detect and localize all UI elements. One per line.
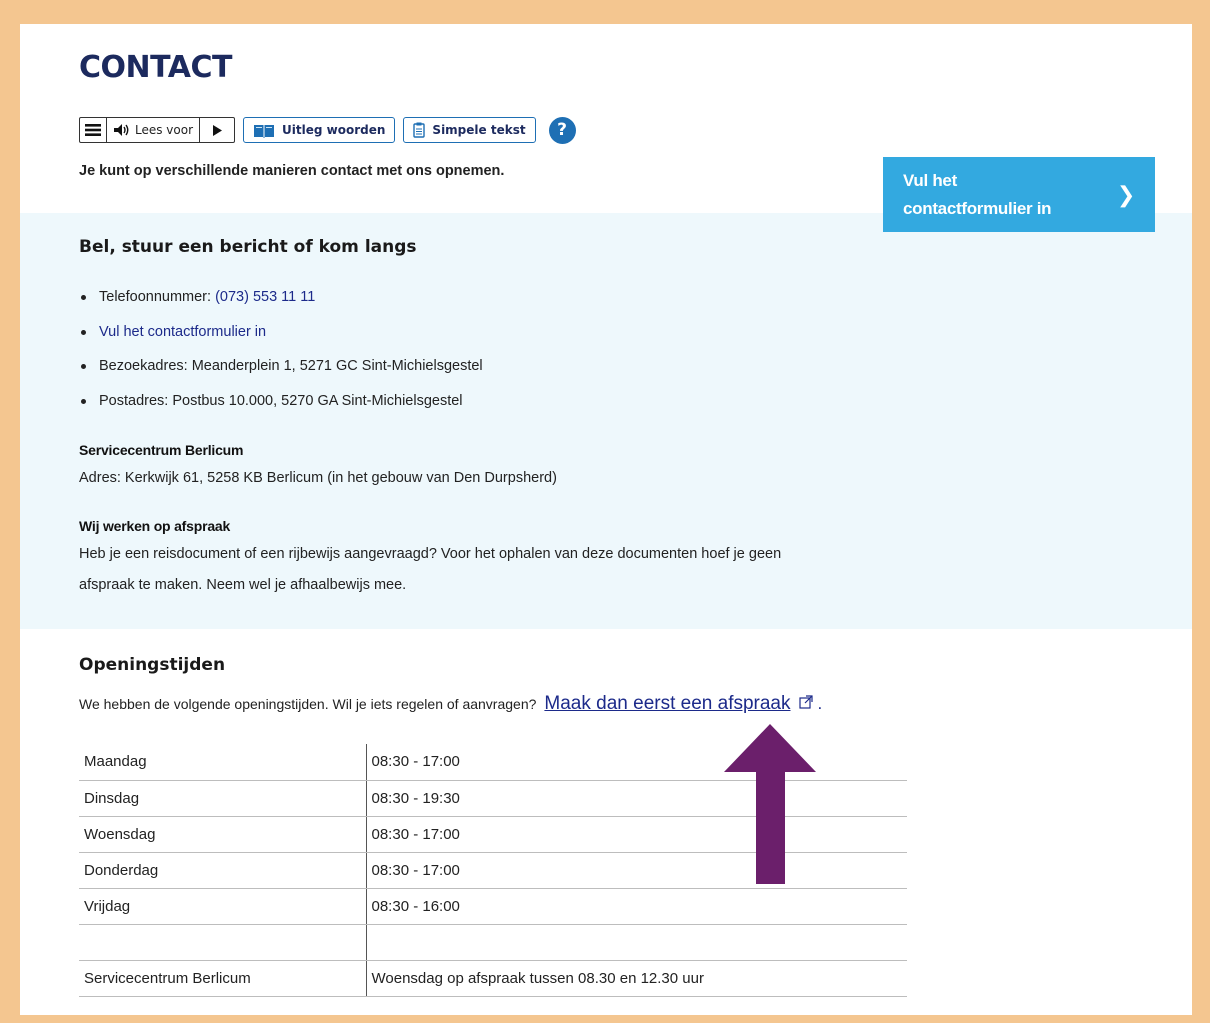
- afspraak-line2: afspraak te maken. Neem wel je afhaalbew…: [79, 577, 407, 593]
- contact-heading: Bel, stuur een bericht of kom langs: [79, 237, 417, 257]
- contact-list: Telefoonnummer: (073) 553 11 11 Vul het …: [79, 286, 483, 424]
- day-cell: Servicecentrum Berlicum: [79, 960, 367, 997]
- page-frame: CONTACT Lees voor Uitleg woorden Simpele…: [20, 24, 1192, 1015]
- play-icon: [213, 124, 223, 136]
- table-row: Vrijdag 08:30 - 16:00: [79, 888, 907, 925]
- day-cell: Vrijdag: [79, 888, 367, 925]
- time-cell: 08:30 - 19:30: [366, 780, 907, 817]
- list-item-phone: Telefoonnummer: (073) 553 11 11: [79, 286, 483, 321]
- speaker-icon: [114, 124, 129, 136]
- book-icon: [254, 124, 275, 138]
- readspeaker-toolbar: Lees voor Uitleg woorden Simpele tekst ?: [79, 116, 576, 144]
- menu-button[interactable]: [80, 118, 107, 142]
- page-title: CONTACT: [79, 50, 232, 85]
- lees-voor-button[interactable]: Lees voor: [107, 118, 201, 142]
- list-item-form: Vul het contactformulier in: [79, 321, 483, 356]
- arrow-up-icon: [724, 724, 816, 884]
- openingstijden-heading: Openingstijden: [79, 655, 226, 675]
- menu-icon: [85, 124, 101, 136]
- external-link-icon: [798, 695, 813, 712]
- help-icon[interactable]: ?: [548, 116, 576, 144]
- phone-label: Telefoonnummer:: [99, 289, 216, 305]
- time-cell: 08:30 - 17:00: [366, 852, 907, 889]
- servicecentrum-heading: Servicecentrum Berlicum: [79, 442, 244, 458]
- day-cell: Woensdag: [79, 816, 367, 853]
- contactformulier-link[interactable]: Vul het contactformulier in: [99, 324, 266, 340]
- afspraak-heading: Wij werken op afspraak: [79, 518, 231, 534]
- cta-label-line2: contactformulier in: [903, 199, 1052, 218]
- uitleg-woorden-button[interactable]: Uitleg woorden: [243, 117, 396, 143]
- cta-label-line1: Vul het: [903, 171, 957, 190]
- document-icon: [413, 122, 426, 138]
- play-button[interactable]: [200, 118, 234, 142]
- time-cell: 08:30 - 17:00: [366, 744, 907, 781]
- day-cell: Donderdag: [79, 852, 367, 889]
- readspeaker-group: Lees voor: [79, 117, 236, 143]
- simpele-tekst-label: Simpele tekst: [432, 123, 526, 137]
- lees-voor-label: Lees voor: [135, 123, 194, 137]
- time-cell: 08:30 - 16:00: [366, 888, 907, 925]
- time-cell: Woensdag op afspraak tussen 08.30 en 12.…: [366, 960, 907, 997]
- intro-text: Je kunt op verschillende manieren contac…: [79, 163, 505, 179]
- openingstijden-intro: We hebben de volgende openingstijden. Wi…: [79, 693, 822, 715]
- day-cell: [79, 924, 367, 961]
- day-cell: Dinsdag: [79, 780, 367, 817]
- table-row: [79, 924, 907, 961]
- time-cell: [366, 924, 907, 961]
- table-row: Servicecentrum Berlicum Woensdag op afspr…: [79, 960, 907, 997]
- simpele-tekst-button[interactable]: Simpele tekst: [403, 117, 536, 143]
- servicecentrum-address: Adres: Kerkwijk 61, 5258 KB Berlicum (in…: [79, 470, 557, 486]
- afspraak-line1: Heb je een reisdocument of een rijbewijs…: [79, 546, 782, 562]
- uitleg-woorden-label: Uitleg woorden: [282, 123, 386, 137]
- phone-link[interactable]: (073) 553 11 11: [215, 289, 315, 305]
- chevron-right-icon: ❯: [1116, 182, 1135, 207]
- contactformulier-button[interactable]: Vul het contactformulier in ❯: [883, 157, 1155, 232]
- period: .: [817, 694, 823, 713]
- day-cell: Maandag: [79, 744, 367, 781]
- list-item-visit-address: Bezoekadres: Meanderplein 1, 5271 GC Sin…: [79, 355, 483, 390]
- afspraak-link[interactable]: Maak dan eerst een afspraak: [544, 693, 790, 715]
- openingstijden-intro-text: We hebben de volgende openingstijden. Wi…: [79, 696, 537, 712]
- list-item-post-address: Postadres: Postbus 10.000, 5270 GA Sint-…: [79, 390, 483, 425]
- time-cell: 08:30 - 17:00: [366, 816, 907, 853]
